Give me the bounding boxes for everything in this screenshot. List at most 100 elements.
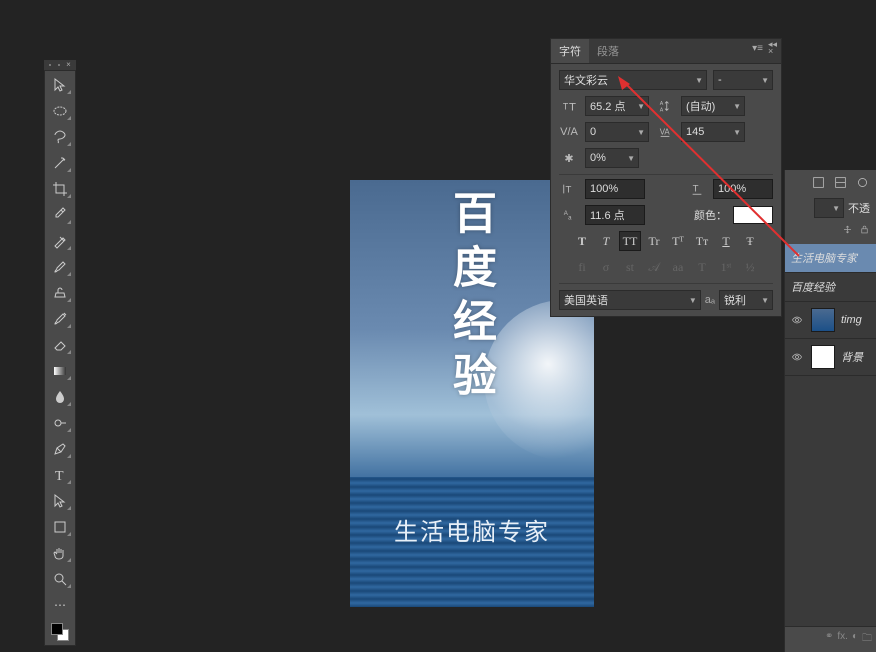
panel-collapse-icon[interactable]: ◂◂× [768, 41, 777, 55]
visibility-icon[interactable] [791, 314, 805, 326]
faux-italic-button[interactable]: T [595, 231, 617, 251]
type-style-row: T T TT Tr Tᵀ Tᴛ T Ŧ [559, 231, 773, 251]
toolbar-header[interactable]: × [44, 60, 76, 70]
layers-tab-icon-3[interactable] [854, 174, 870, 190]
subscript-button[interactable]: Tᴛ [691, 231, 713, 251]
opacity-dropdown[interactable]: ▼ [814, 198, 844, 218]
tab-paragraph[interactable]: 段落 [589, 39, 627, 63]
type-tool[interactable]: T [48, 465, 72, 485]
hscale-icon: T [687, 182, 707, 196]
antialias-dropdown[interactable]: 锐利▼ [719, 290, 773, 310]
all-caps-button[interactable]: TT [619, 231, 641, 251]
eraser-tool[interactable] [48, 335, 72, 355]
path-selection-tool[interactable] [48, 491, 72, 511]
link-layers-icon[interactable]: ⚭ [825, 631, 833, 648]
tracking-icon: VA [655, 125, 675, 139]
svg-text:T: T [693, 184, 699, 195]
font-size-icon: TT [559, 99, 579, 113]
magic-wand-tool[interactable] [48, 153, 72, 173]
language-dropdown[interactable]: 美国英语▼ [559, 290, 701, 310]
ligatures-button[interactable]: fi [571, 257, 593, 277]
fractions-button[interactable]: ½ [739, 257, 761, 277]
strikethrough-button[interactable]: Ŧ [739, 231, 761, 251]
layer-text-main[interactable]: 百度经验 [785, 273, 876, 302]
subtitle-text[interactable]: 生活电脑专家 [350, 512, 594, 547]
leading-input[interactable]: (自动)▼ [681, 96, 745, 116]
marquee-tool[interactable] [48, 101, 72, 121]
move-tool[interactable] [48, 75, 72, 95]
baseline-input[interactable]: 11.6 点 [585, 205, 645, 225]
vscale-input[interactable]: 100% [585, 179, 645, 199]
leading-icon: AA [655, 99, 675, 113]
shape-tool[interactable] [48, 517, 72, 537]
character-panel-header: 字符 段落 ▾≡ ◂◂× [551, 39, 781, 64]
layer-list: 生活电脑专家 百度经验 timg 背景 [785, 244, 876, 626]
tools-panel: T ⋯ [44, 70, 76, 646]
faux-bold-button[interactable]: T [571, 231, 593, 251]
stylistic-alt-button[interactable]: aa [667, 257, 689, 277]
color-swatches[interactable] [51, 623, 69, 641]
crop-tool[interactable] [48, 179, 72, 199]
svg-text:T: T [563, 102, 569, 112]
gradient-tool[interactable] [48, 361, 72, 381]
antialias-label: aₐ [705, 294, 715, 306]
titling-alt-button[interactable]: T [691, 257, 713, 277]
contextual-alt-button[interactable]: σ [595, 257, 617, 277]
vscale-icon: T [559, 182, 579, 196]
ordinals-button[interactable]: 1ˢᵗ [715, 257, 737, 277]
layers-panel-footer: ⚭ fx. ◐ 🗀 [785, 626, 876, 652]
font-family-value: 华文彩云 [564, 72, 608, 88]
history-brush-tool[interactable] [48, 309, 72, 329]
svg-text:A: A [660, 107, 664, 113]
svg-text:a: a [568, 214, 572, 221]
tab-character[interactable]: 字符 [551, 39, 589, 63]
layer-group-icon[interactable]: 🗀 [862, 631, 872, 648]
baseline-icon: Aa [559, 208, 579, 222]
layer-fx-icon[interactable]: fx. [837, 631, 848, 648]
kerning-input[interactable]: 0▼ [585, 122, 649, 142]
hscale-input[interactable]: 100% [713, 179, 773, 199]
discretionary-lig-button[interactable]: st [619, 257, 641, 277]
layers-tab-icon-2[interactable] [832, 174, 848, 190]
pen-tool[interactable] [48, 439, 72, 459]
brush-tool[interactable] [48, 257, 72, 277]
svg-text:T: T [569, 101, 576, 113]
toolbar-close-icon[interactable]: × [66, 61, 71, 69]
main-vertical-text[interactable]: 百度经验 [442, 190, 502, 406]
lock-position-icon[interactable] [842, 224, 853, 238]
font-style-dropdown[interactable]: -▼ [713, 70, 773, 90]
visibility-icon[interactable] [791, 351, 805, 363]
lock-all-icon[interactable] [859, 224, 870, 238]
dodge-tool[interactable] [48, 413, 72, 433]
layer-text-subtitle[interactable]: 生活电脑专家 [785, 244, 876, 273]
superscript-button[interactable]: Tᵀ [667, 231, 689, 251]
underline-button[interactable]: T [715, 231, 737, 251]
layer-mask-icon[interactable]: ◐ [852, 631, 858, 648]
kerning-icon: V/A [559, 126, 579, 138]
opentype-row: fi σ st 𝒜 aa T 1ˢᵗ ½ [559, 257, 773, 277]
blur-tool[interactable] [48, 387, 72, 407]
layer-thumbnail [811, 345, 835, 369]
zoom-tool[interactable] [48, 569, 72, 589]
swash-button[interactable]: 𝒜 [643, 257, 665, 277]
font-family-dropdown[interactable]: 华文彩云▼ [559, 70, 707, 90]
text-color-swatch[interactable] [733, 206, 773, 224]
hand-tool[interactable] [48, 543, 72, 563]
eyedropper-tool[interactable] [48, 205, 72, 225]
healing-brush-tool[interactable] [48, 231, 72, 251]
opacity-label: 不透 [848, 200, 870, 216]
panel-menu-icon[interactable]: ▾≡ [752, 43, 763, 54]
small-caps-button[interactable]: Tr [643, 231, 665, 251]
layer-image[interactable]: timg [785, 302, 876, 339]
character-panel: 字符 段落 ▾≡ ◂◂× 华文彩云▼ -▼ TT 65.2 点▼ AA (自动)… [550, 38, 782, 317]
layer-background[interactable]: 背景 [785, 339, 876, 376]
color-label: 颜色： [694, 207, 727, 223]
tracking-input[interactable]: 145▼ [681, 122, 745, 142]
layers-panel: ▼ 不透 生活电脑专家 百度经验 timg 背景 ⚭ fx. ◐ 🗀 [784, 170, 876, 652]
clone-stamp-tool[interactable] [48, 283, 72, 303]
font-size-input[interactable]: 65.2 点▼ [585, 96, 649, 116]
layers-tab-icon-1[interactable] [810, 174, 826, 190]
edit-toolbar[interactable]: ⋯ [48, 595, 72, 615]
baseline-shift-input[interactable]: 0%▼ [585, 148, 639, 168]
lasso-tool[interactable] [48, 127, 72, 147]
